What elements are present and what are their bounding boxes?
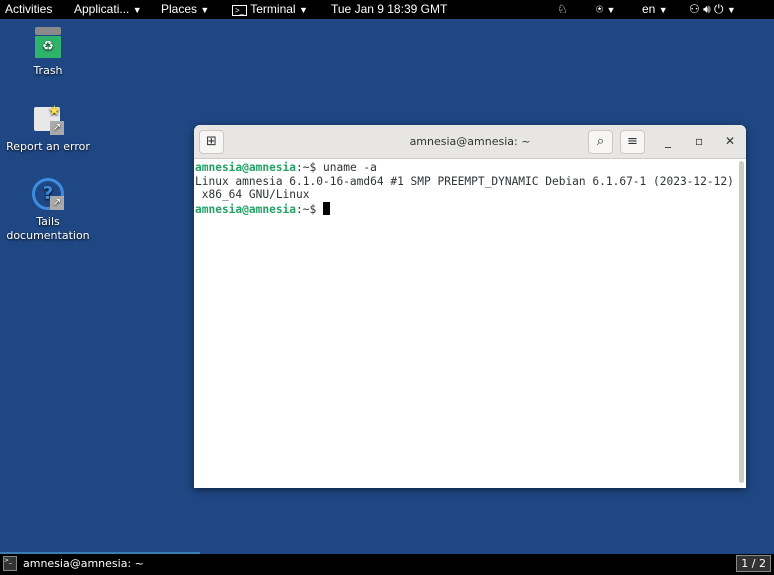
terminal-window[interactable]: ⊞ amnesia@amnesia: ~ ⌕ ≡ _ ▫ ✕ amnesia@a… — [194, 125, 746, 488]
language-label: en — [642, 2, 656, 16]
chevron-down-icon: ▼ — [658, 5, 668, 15]
chevron-down-icon: ▼ — [726, 5, 736, 15]
terminal-line: x86_64 GNU/Linux — [195, 188, 310, 202]
hamburger-icon: ≡ — [627, 134, 638, 149]
maximize-button[interactable]: ▫ — [695, 134, 703, 148]
window-title: amnesia@amnesia: ~ — [409, 135, 531, 148]
title-bar[interactable]: ⊞ amnesia@amnesia: ~ ⌕ ≡ _ ▫ ✕ — [194, 125, 746, 159]
language-menu[interactable]: en ▼ — [642, 2, 668, 16]
scrollbar[interactable] — [739, 161, 744, 483]
help-icon: ? ↗ — [32, 178, 64, 212]
chevron-down-icon: ▼ — [298, 5, 308, 15]
chevron-down-icon: ▼ — [132, 5, 142, 15]
icon-label: Trash — [33, 64, 63, 77]
prompt-path: :~$ — [296, 161, 323, 174]
terminal-line: Linux amnesia 6.1.0-16-amd64 #1 SMP PREE… — [195, 174, 734, 188]
applications-menu[interactable]: Applicati... ▼ — [74, 2, 142, 16]
tor-status-icon[interactable]: ♘ — [557, 2, 568, 16]
taskbar-window-terminal[interactable]: >_ amnesia@amnesia: ~ — [3, 556, 144, 571]
taskbar-window-label: amnesia@amnesia: ~ — [23, 557, 144, 570]
top-bar: Activities Applicati... ▼ Places ▼ >_ Te… — [0, 0, 774, 19]
clock[interactable]: Tue Jan 9 18:39 GMT — [331, 2, 447, 16]
terminal-app-menu[interactable]: >_ Terminal ▼ — [232, 2, 308, 16]
system-menu[interactable]: ⚇ 🔊︎ ⏻ ▼ — [689, 2, 736, 17]
desktop-icon-tails-docs[interactable]: ? ↗ Tails documentation — [3, 178, 93, 243]
desktop-icon-trash[interactable]: ♻ Trash — [3, 27, 93, 77]
cursor — [323, 201, 330, 215]
chevron-down-icon: ▼ — [200, 5, 210, 15]
prompt-user: amnesia@amnesia — [195, 202, 297, 216]
taskbar: >_ amnesia@amnesia: ~ 1 / 2 — [0, 552, 774, 575]
terminal-label: Terminal — [250, 2, 296, 16]
close-button[interactable]: ✕ — [725, 134, 735, 148]
command: uname -a — [323, 161, 377, 174]
accessibility-icon: ⍟ — [596, 2, 604, 16]
prompt-user: amnesia@amnesia — [195, 161, 297, 174]
places-menu[interactable]: Places ▼ — [161, 2, 209, 16]
workspace-switcher[interactable]: 1 / 2 — [736, 555, 771, 572]
trash-icon: ♻ — [32, 27, 64, 61]
search-icon: ⌕ — [596, 134, 605, 149]
terminal-line: amnesia@amnesia:~$ — [195, 201, 746, 217]
active-indicator — [0, 552, 200, 554]
icon-label: Report an error — [6, 140, 90, 153]
search-button[interactable]: ⌕ — [588, 130, 613, 154]
terminal-output[interactable]: amnesia@amnesia:~$ uname -a Linux amnesia… — [194, 159, 746, 216]
terminal-icon: >_ — [232, 5, 248, 16]
desktop-icon-report-error[interactable]: ★ ↗ Report an error — [3, 103, 93, 153]
accessibility-menu[interactable]: ⍟ ▼ — [596, 2, 615, 17]
minimize-button[interactable]: _ — [665, 134, 671, 148]
report-error-icon: ★ ↗ — [32, 103, 64, 137]
power-icon: ⏻ — [714, 2, 724, 16]
prompt-path: :~$ — [296, 202, 323, 216]
activities-button[interactable]: Activities — [5, 2, 52, 16]
applications-label: Applicati... — [74, 2, 130, 16]
volume-icon: 🔊︎ — [703, 2, 711, 16]
terminal-line: amnesia@amnesia:~$ uname -a — [195, 161, 746, 175]
network-icon: ⚇ — [689, 2, 700, 16]
icon-label: Tails documentation — [6, 215, 90, 242]
chevron-down-icon: ▼ — [606, 5, 616, 15]
terminal-icon: >_ — [3, 556, 17, 571]
places-label: Places — [161, 2, 198, 16]
menu-button[interactable]: ≡ — [620, 130, 645, 154]
